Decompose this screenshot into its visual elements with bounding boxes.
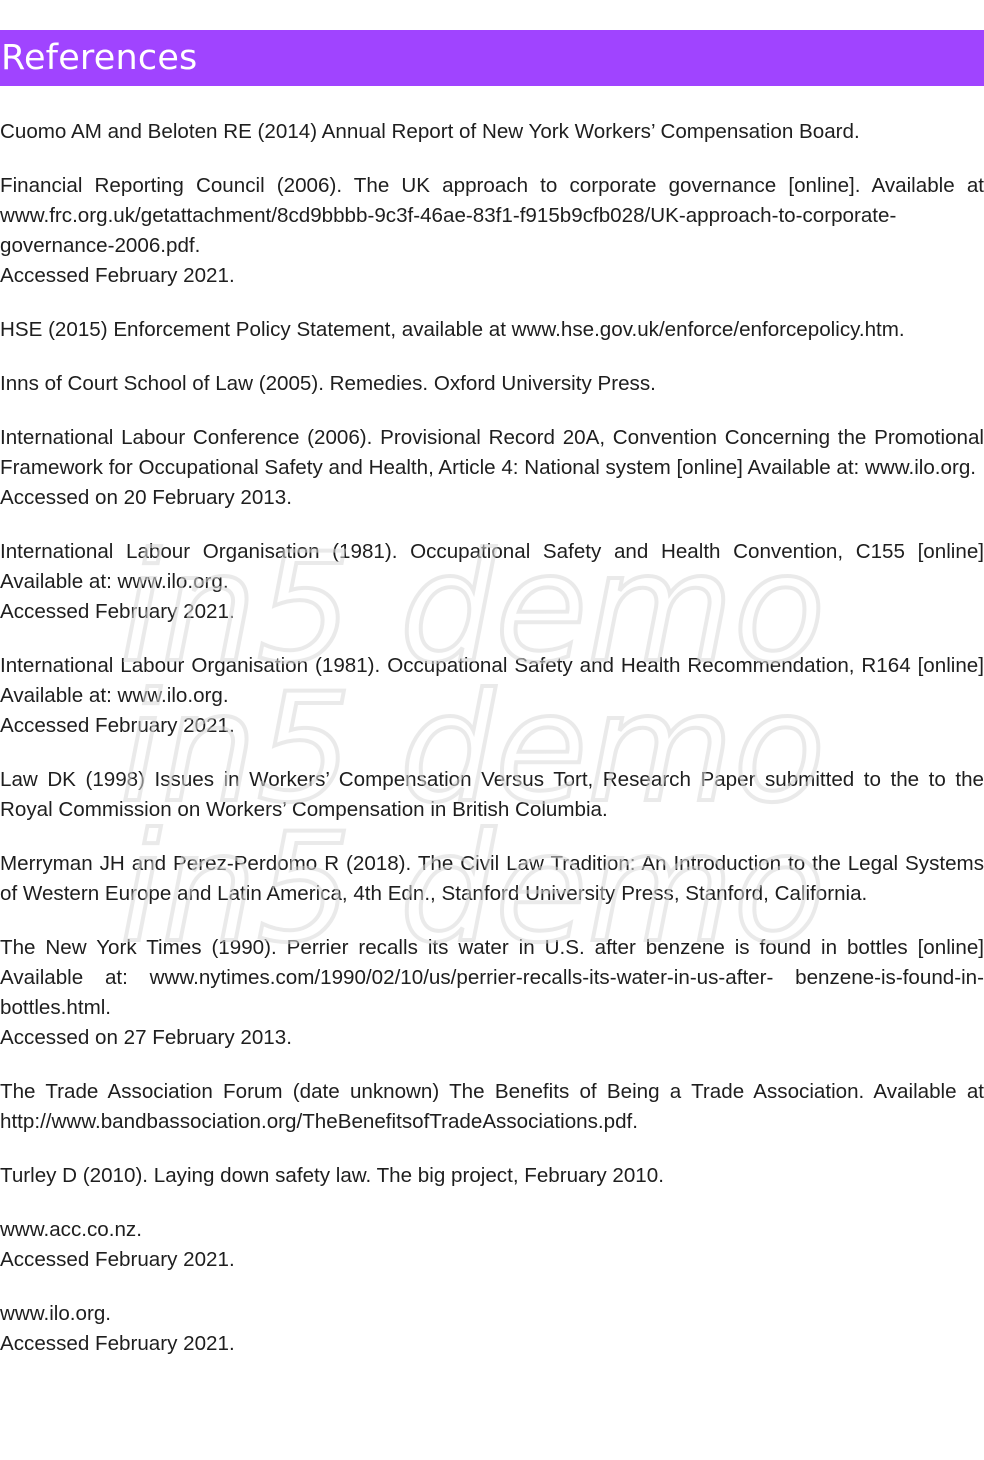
reference-text: Merryman JH and Perez-Perdomo R (2018). … bbox=[0, 852, 984, 905]
reference-text: Turley D (2010). Laying down safety law.… bbox=[0, 1164, 664, 1187]
reference-text: Cuomo AM and Beloten RE (2014) Annual Re… bbox=[0, 120, 860, 143]
reference-text: International Labour Organisation (1981)… bbox=[0, 654, 984, 707]
reference-accessed-date: Accessed February 2021. bbox=[0, 1248, 235, 1271]
reference-accessed-date: Accessed February 2021. bbox=[0, 714, 235, 737]
reference-item: HSE (2015) Enforcement Policy Statement,… bbox=[0, 315, 984, 345]
reference-text: Law DK (1998) Issues in Workers’ Compens… bbox=[0, 768, 984, 821]
reference-text: Inns of Court School of Law (2005). Reme… bbox=[0, 372, 656, 395]
reference-item: www.ilo.org. Accessed February 2021. bbox=[0, 1299, 984, 1359]
reference-text: The Trade Association Forum (date unknow… bbox=[0, 1080, 984, 1133]
reference-item: International Labour Organisation (1981)… bbox=[0, 537, 984, 627]
reference-item: Law DK (1998) Issues in Workers’ Compens… bbox=[0, 765, 984, 825]
page-title: References bbox=[1, 38, 198, 78]
reference-item: International Labour Organisation (1981)… bbox=[0, 651, 984, 741]
reference-item: Financial Reporting Council (2006). The … bbox=[0, 171, 984, 291]
reference-item: Inns of Court School of Law (2005). Reme… bbox=[0, 369, 984, 399]
reference-text: HSE (2015) Enforcement Policy Statement,… bbox=[0, 318, 905, 341]
reference-item: The New York Times (1990). Perrier recal… bbox=[0, 933, 984, 1053]
reference-text: The New York Times (1990). Perrier recal… bbox=[0, 936, 984, 1019]
reference-accessed-date: Accessed February 2021. bbox=[0, 264, 235, 287]
reference-item: Turley D (2010). Laying down safety law.… bbox=[0, 1161, 984, 1191]
reference-text: Financial Reporting Council (2006). The … bbox=[0, 174, 984, 257]
reference-item: International Labour Conference (2006). … bbox=[0, 423, 984, 513]
reference-item: Merryman JH and Perez-Perdomo R (2018). … bbox=[0, 849, 984, 909]
reference-accessed-date: Accessed February 2021. bbox=[0, 600, 235, 623]
reference-text: www.ilo.org. bbox=[0, 1302, 112, 1325]
reference-item: The Trade Association Forum (date unknow… bbox=[0, 1077, 984, 1137]
reference-text: International Labour Conference (2006). … bbox=[0, 426, 984, 479]
reference-text: International Labour Organisation (1981)… bbox=[0, 540, 984, 593]
reference-text: www.acc.co.nz. bbox=[0, 1218, 142, 1241]
references-header-bar: References bbox=[0, 30, 984, 86]
reference-accessed-date: Accessed on 20 February 2013. bbox=[0, 486, 292, 509]
reference-item: Cuomo AM and Beloten RE (2014) Annual Re… bbox=[0, 117, 984, 147]
reference-list: Cuomo AM and Beloten RE (2014) Annual Re… bbox=[0, 117, 984, 1383]
reference-accessed-date: Accessed February 2021. bbox=[0, 1332, 235, 1355]
reference-item: www.acc.co.nz. Accessed February 2021. bbox=[0, 1215, 984, 1275]
reference-accessed-date: Accessed on 27 February 2013. bbox=[0, 1026, 292, 1049]
